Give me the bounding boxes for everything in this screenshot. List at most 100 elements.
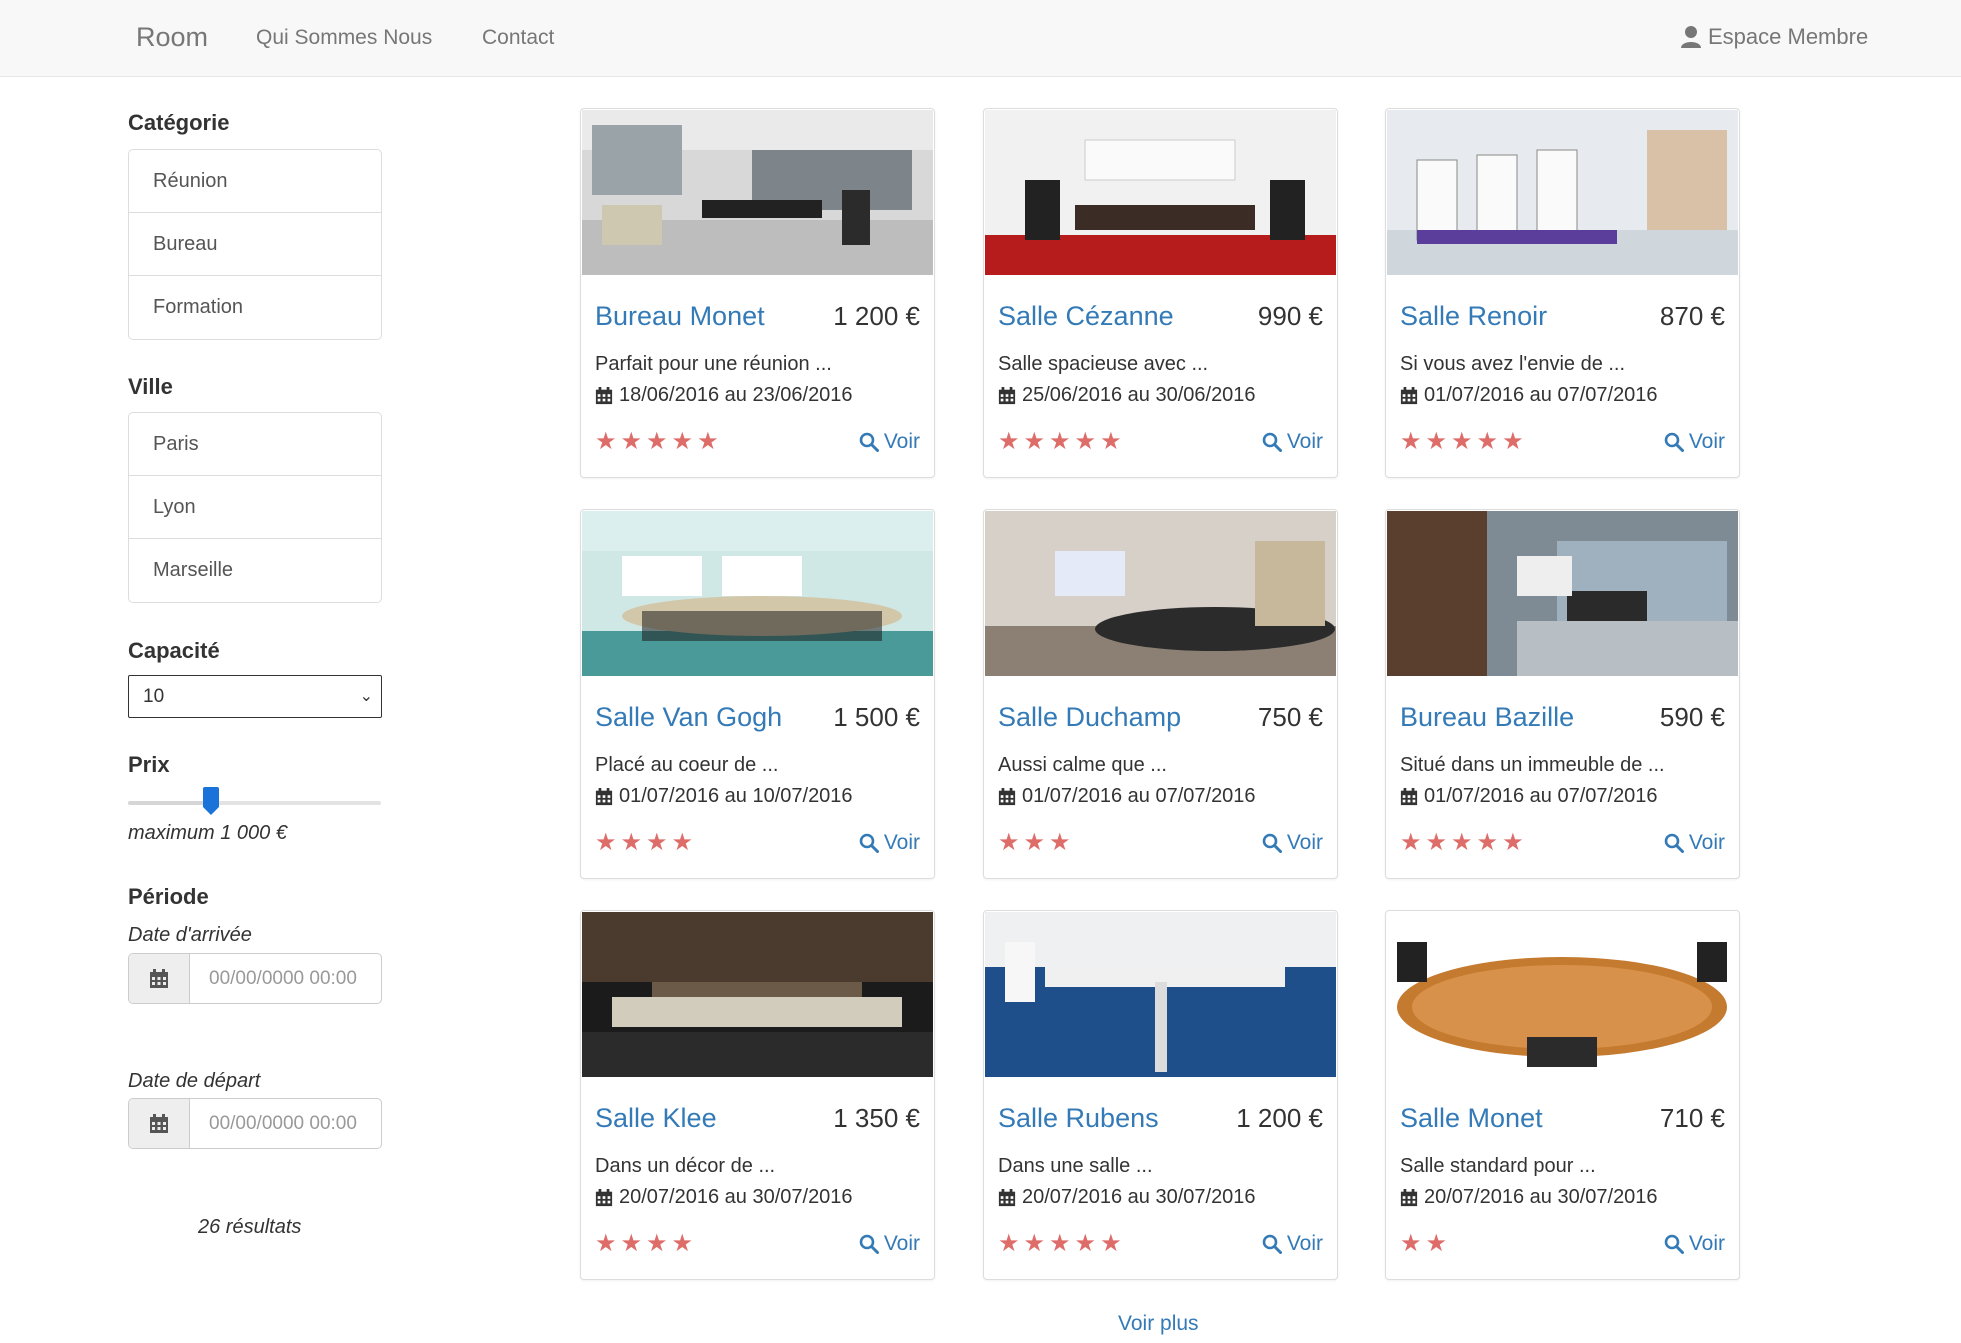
nav-link-qui-sommes-nous[interactable]: Qui Sommes Nous	[256, 26, 432, 50]
brand-link[interactable]: Room	[136, 22, 208, 53]
calendar-icon	[1400, 386, 1418, 404]
capacity-select[interactable]: 10 ⌄	[128, 675, 382, 718]
arrival-date-field[interactable]: 00/00/0000 00:00	[190, 954, 381, 1003]
view-button[interactable]: Voir	[859, 430, 920, 454]
price-heading: Prix	[128, 752, 170, 777]
room-card[interactable]: Salle Cézanne 990 € Salle spacieuse avec .…	[983, 108, 1338, 478]
room-title[interactable]: Salle Klee	[595, 1103, 717, 1134]
room-card[interactable]: Salle Rubens 1 200 € Dans une salle ... 20/…	[983, 910, 1338, 1280]
view-button[interactable]: Voir	[1262, 1232, 1323, 1256]
room-photo[interactable]	[985, 912, 1336, 1077]
view-button[interactable]: Voir	[1664, 430, 1725, 454]
room-card[interactable]: Salle Van Gogh 1 500 € Placé au coeur de .…	[580, 509, 935, 879]
rating-stars: ★★★★★	[1400, 828, 1528, 857]
rating-stars: ★★	[1400, 1229, 1451, 1258]
calendar-icon[interactable]	[129, 954, 190, 1003]
member-space-link[interactable]: Espace Membre	[1680, 24, 1868, 50]
room-card[interactable]: Salle Klee 1 350 € Dans un décor de ... 20/…	[580, 910, 935, 1280]
star-icon: ★	[671, 829, 698, 856]
rating-stars: ★★★★★	[1400, 427, 1528, 456]
price-slider-track[interactable]	[128, 801, 381, 805]
load-more-link[interactable]: Voir plus	[1118, 1312, 1199, 1336]
room-title[interactable]: Salle Cézanne	[998, 301, 1174, 332]
results-count: 26 résultats	[198, 1216, 302, 1238]
room-title[interactable]: Salle Duchamp	[998, 702, 1181, 733]
departure-date-field[interactable]: 00/00/0000 00:00	[190, 1099, 381, 1148]
room-description: Si vous avez l'envie de ...	[1400, 353, 1626, 375]
room-card[interactable]: Bureau Monet 1 200 € Parfait pour une réun…	[580, 108, 935, 478]
search-icon	[1664, 432, 1684, 452]
star-icon: ★	[1074, 1230, 1101, 1257]
arrival-date-input[interactable]: 00/00/0000 00:00	[128, 953, 382, 1004]
view-button-label: Voir	[1286, 430, 1323, 453]
room-description: Dans une salle ...	[998, 1155, 1153, 1177]
category-item-bureau[interactable]: Bureau	[129, 213, 381, 276]
city-item-marseille[interactable]: Marseille	[129, 539, 381, 602]
room-card[interactable]: Salle Monet 710 € Salle standard pour ... 2…	[1385, 910, 1740, 1280]
search-icon	[1664, 1234, 1684, 1254]
room-dates-text: 18/06/2016 au 23/06/2016	[619, 384, 853, 406]
category-item-reunion[interactable]: Réunion	[129, 150, 381, 213]
calendar-icon[interactable]	[129, 1099, 190, 1148]
view-button[interactable]: Voir	[1262, 430, 1323, 454]
room-price: 1 350 €	[833, 1103, 920, 1133]
category-list: Réunion Bureau Formation	[128, 149, 382, 340]
star-icon: ★	[1451, 829, 1477, 856]
room-title[interactable]: Salle Rubens	[998, 1103, 1159, 1134]
city-heading: Ville	[128, 374, 173, 399]
category-item-formation[interactable]: Formation	[129, 276, 381, 339]
room-photo[interactable]	[1387, 511, 1738, 676]
room-title[interactable]: Salle Van Gogh	[595, 702, 782, 733]
room-card[interactable]: Salle Renoir 870 € Si vous avez l'envie de…	[1385, 108, 1740, 478]
departure-date-label: Date de départ	[128, 1070, 261, 1092]
room-card[interactable]: Bureau Bazille 590 € Situé dans un immeubl…	[1385, 509, 1740, 879]
city-item-lyon[interactable]: Lyon	[129, 476, 381, 539]
rating-stars: ★★★★★	[998, 427, 1126, 456]
room-title[interactable]: Salle Monet	[1400, 1103, 1543, 1134]
calendar-icon	[998, 1188, 1016, 1206]
room-title[interactable]: Bureau Monet	[595, 301, 765, 332]
star-icon: ★	[646, 428, 672, 455]
room-price: 870 €	[1659, 301, 1725, 331]
search-icon	[1262, 1234, 1282, 1254]
calendar-icon	[1400, 1188, 1418, 1206]
view-button[interactable]: Voir	[1664, 1232, 1725, 1256]
room-description: Aussi calme que ...	[998, 754, 1167, 776]
view-button[interactable]: Voir	[859, 1232, 920, 1256]
departure-date-input[interactable]: 00/00/0000 00:00	[128, 1098, 382, 1149]
star-icon: ★	[1476, 428, 1503, 455]
room-photo[interactable]	[1387, 912, 1738, 1077]
view-button-label: Voir	[1286, 1232, 1323, 1255]
room-title[interactable]: Salle Renoir	[1400, 301, 1547, 332]
nav-link-contact[interactable]: Contact	[482, 26, 554, 50]
room-price: 710 €	[1659, 1103, 1725, 1133]
capacity-heading: Capacité	[128, 638, 220, 663]
room-dates-text: 20/07/2016 au 30/07/2016	[619, 1186, 853, 1208]
search-icon	[859, 833, 879, 853]
room-photo[interactable]	[582, 110, 933, 275]
star-icon: ★	[998, 428, 1024, 455]
view-button[interactable]: Voir	[1262, 831, 1323, 855]
star-icon: ★	[595, 829, 621, 856]
rating-stars: ★★★★★	[595, 427, 723, 456]
view-button[interactable]: Voir	[1664, 831, 1725, 855]
category-heading: Catégorie	[128, 110, 230, 135]
room-photo[interactable]	[582, 511, 933, 676]
view-button-label: Voir	[1688, 831, 1725, 854]
room-photo[interactable]	[582, 912, 933, 1077]
view-button[interactable]: Voir	[859, 831, 920, 855]
room-card[interactable]: Salle Duchamp 750 € Aussi calme que ... 01/…	[983, 509, 1338, 879]
city-item-paris[interactable]: Paris	[129, 413, 381, 476]
rating-stars: ★★★★	[595, 1229, 697, 1258]
room-photo[interactable]	[1387, 110, 1738, 275]
room-photo[interactable]	[985, 511, 1336, 676]
room-photo[interactable]	[985, 110, 1336, 275]
room-title[interactable]: Bureau Bazille	[1400, 702, 1574, 733]
star-icon: ★	[620, 428, 647, 455]
rating-stars: ★★★★	[595, 828, 697, 857]
star-icon: ★	[1400, 829, 1426, 856]
star-icon: ★	[1023, 829, 1050, 856]
star-icon: ★	[1049, 428, 1075, 455]
price-slider-thumb[interactable]	[202, 787, 220, 816]
view-button-label: Voir	[1286, 831, 1323, 854]
